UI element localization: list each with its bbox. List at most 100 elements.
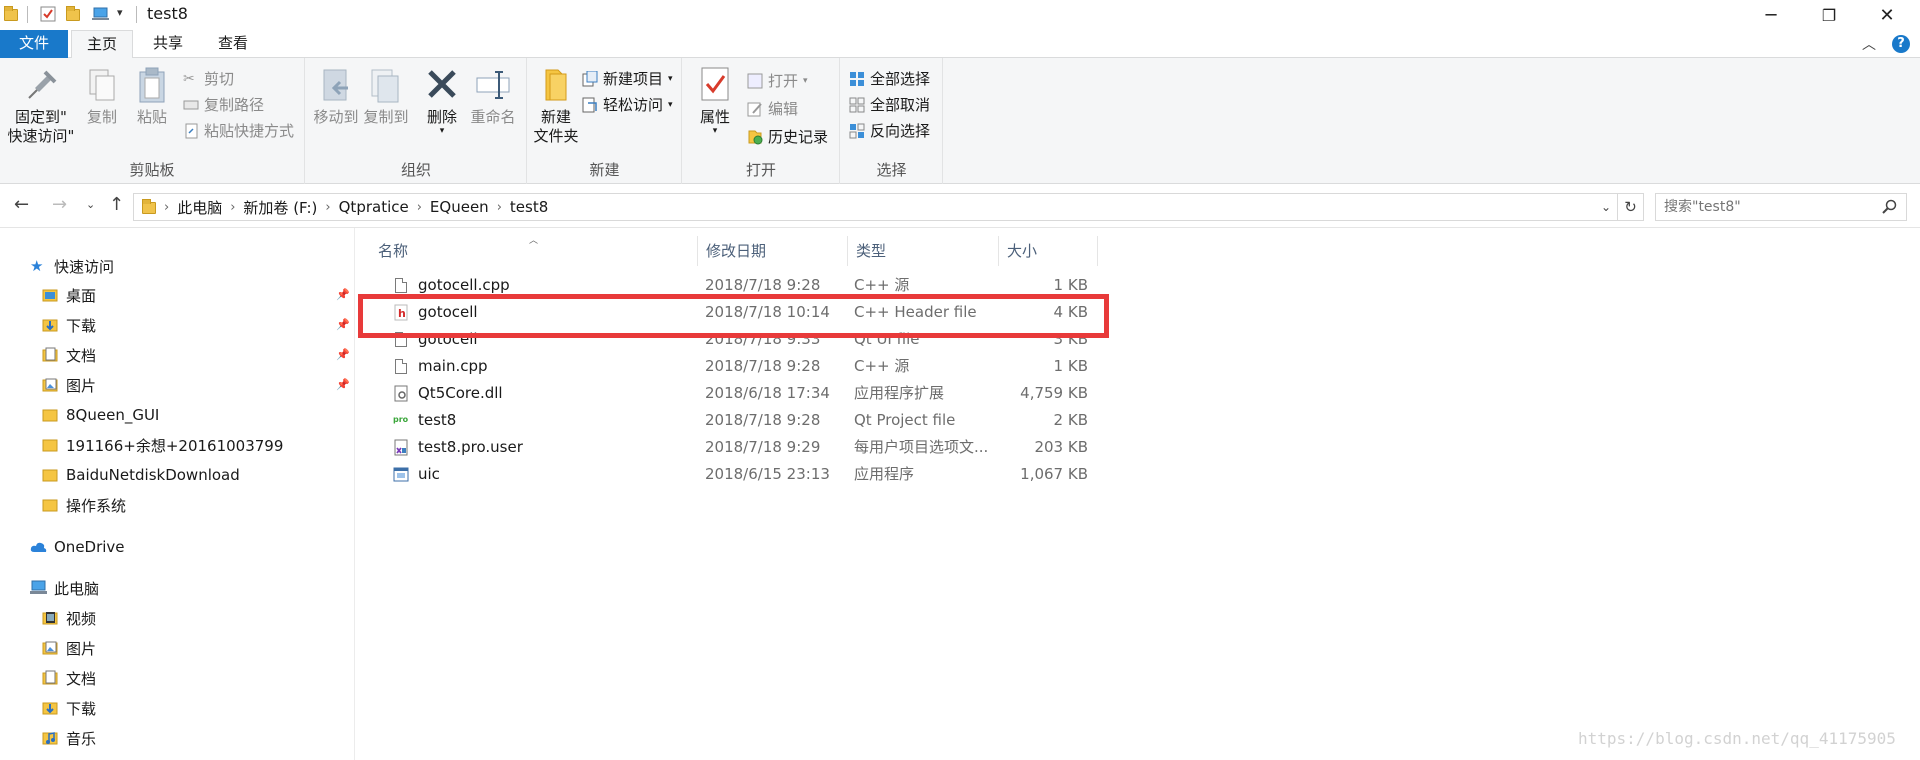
copy-button[interactable]: 复制 xyxy=(82,66,122,127)
breadcrumb-this-pc[interactable]: 此电脑 xyxy=(169,197,230,218)
new-folder-button[interactable]: 新建 文件夹 xyxy=(532,66,580,146)
paste-label: 粘贴 xyxy=(136,108,167,126)
breadcrumb-drive-f[interactable]: 新加卷 (F:) xyxy=(235,197,325,218)
nav-pc-downloads[interactable]: 下载 xyxy=(42,694,96,722)
chevron-down-icon: ▾ xyxy=(668,73,673,84)
nav-this-pc[interactable]: 此电脑 xyxy=(30,574,99,602)
select-all-button[interactable]: 全部选择 xyxy=(849,68,930,89)
properties-icon[interactable] xyxy=(40,6,56,22)
pin-icon[interactable]: 📌 xyxy=(336,378,350,391)
help-icon[interactable]: ? xyxy=(1892,35,1910,53)
chevron-down-icon: ▾ xyxy=(803,75,808,86)
folder-icon xyxy=(4,6,20,22)
nav-item-documents[interactable]: 文档 xyxy=(42,341,96,369)
customize-quick-access-icon[interactable]: ▾ xyxy=(117,6,123,19)
forward-arrow-icon[interactable]: → xyxy=(52,194,67,215)
pin-label-line1: 固定到" xyxy=(15,108,67,126)
nav-pc-pictures[interactable]: 图片 xyxy=(42,634,96,662)
new-item-button[interactable]: 新建项目 ▾ xyxy=(582,68,673,89)
clipboard-group: 固定到" 快速访问" 复制 粘贴 ✂ 剪切 复制路径 粘贴快捷方式 剪贴板 xyxy=(0,58,305,184)
nav-pc-videos[interactable]: 视频 xyxy=(42,604,96,632)
delete-x-icon xyxy=(424,66,460,104)
pin-icon[interactable]: 📌 xyxy=(336,288,350,301)
breadcrumb-equeen[interactable]: EQueen xyxy=(422,198,497,216)
organize-group: 移动到 复制到 删除 ▾ 重命名 组织 xyxy=(306,58,527,184)
chevron-down-icon: ▾ xyxy=(439,126,445,136)
copy-path-icon xyxy=(183,97,199,113)
file-row[interactable]: main.cpp 2018/7/18 9:28 C++ 源 1 KB xyxy=(368,353,1448,380)
nav-item-desktop[interactable]: 桌面 xyxy=(42,281,96,309)
cut-button[interactable]: ✂ 剪切 xyxy=(183,68,234,89)
tab-home[interactable]: 主页 xyxy=(71,30,133,59)
title-bar: ▾ test8 ─ ❐ ✕ xyxy=(0,0,1920,30)
column-header-size[interactable]: 大小 xyxy=(999,236,1098,266)
invert-selection-button[interactable]: 反向选择 xyxy=(849,120,930,141)
back-arrow-icon[interactable]: ← xyxy=(14,194,29,215)
invert-selection-icon xyxy=(849,123,865,139)
computer-icon[interactable] xyxy=(92,6,109,22)
nav-pc-documents[interactable]: 文档 xyxy=(42,664,96,692)
tab-file[interactable]: 文件 xyxy=(0,30,68,58)
select-none-button[interactable]: 全部取消 xyxy=(849,94,930,115)
nav-item-8queen-gui[interactable]: 8Queen_GUI xyxy=(42,401,159,429)
maximize-button[interactable]: ❐ xyxy=(1800,0,1858,30)
rename-button[interactable]: 重命名 xyxy=(468,66,518,127)
pin-to-quick-access-button[interactable]: 固定到" 快速访问" xyxy=(6,66,76,146)
pictures-folder-icon xyxy=(42,640,58,656)
column-header-date[interactable]: 修改日期 xyxy=(698,236,848,266)
breadcrumb-qtpratice[interactable]: Qtpratice xyxy=(331,198,417,216)
nav-pc-music[interactable]: 音乐 xyxy=(42,724,96,752)
videos-folder-icon xyxy=(42,610,58,626)
column-header-type[interactable]: 类型 xyxy=(848,236,999,266)
tab-share[interactable]: 共享 xyxy=(140,30,196,58)
easy-access-button[interactable]: 轻松访问 ▾ xyxy=(582,94,673,115)
folder-icon xyxy=(42,497,58,513)
recent-locations-icon[interactable]: ⌄ xyxy=(86,198,95,211)
edit-button[interactable]: 编辑 xyxy=(747,98,798,119)
copy-path-button[interactable]: 复制路径 xyxy=(183,94,264,115)
file-row[interactable]: Qt5Core.dll 2018/6/18 17:34 应用程序扩展 4,759… xyxy=(368,380,1448,407)
move-to-button[interactable]: 移动到 xyxy=(312,66,360,127)
file-row[interactable]: test8.pro.user 2018/7/18 9:29 每用户项目选项文..… xyxy=(368,434,1448,461)
history-button[interactable]: 历史记录 xyxy=(747,126,828,147)
clipboard-group-label: 剪贴板 xyxy=(129,161,175,179)
new-folder-icon[interactable] xyxy=(66,6,82,22)
search-input[interactable] xyxy=(1655,193,1907,221)
minimize-button[interactable]: ─ xyxy=(1742,0,1800,30)
address-bar[interactable]: › 此电脑 › 新加卷 (F:) › Qtpratice › EQueen › … xyxy=(133,193,1618,221)
properties-button[interactable]: 属性 ▾ xyxy=(695,66,735,136)
navigation-pane: ★ 快速访问 桌面 📌 下载 📌 文档 📌 图片 📌 8Queen_GUI 19… xyxy=(0,228,355,760)
ribbon: 固定到" 快速访问" 复制 粘贴 ✂ 剪切 复制路径 粘贴快捷方式 剪贴板 移动… xyxy=(0,58,1920,184)
nav-item-downloads[interactable]: 下载 xyxy=(42,311,96,339)
nav-item-baidunetdisk[interactable]: BaiduNetdiskDownload xyxy=(42,461,240,489)
address-dropdown-icon[interactable]: ⌄ xyxy=(1601,200,1611,214)
documents-folder-icon xyxy=(42,670,58,686)
delete-button[interactable]: 删除 ▾ xyxy=(422,66,462,136)
breadcrumb-test8[interactable]: test8 xyxy=(502,198,556,216)
tab-view[interactable]: 查看 xyxy=(205,30,261,58)
copy-to-button[interactable]: 复制到 xyxy=(362,66,410,127)
nav-item-os[interactable]: 操作系统 xyxy=(42,491,126,519)
open-button[interactable]: 打开 ▾ xyxy=(747,70,808,91)
paste-button[interactable]: 粘贴 xyxy=(132,66,172,127)
file-row[interactable]: uic 2018/6/15 23:13 应用程序 1,067 KB xyxy=(368,461,1448,488)
new-group-label: 新建 xyxy=(589,161,620,179)
refresh-icon[interactable]: ↻ xyxy=(1618,193,1644,221)
up-arrow-icon[interactable]: ↑ xyxy=(109,194,124,215)
pin-icon[interactable]: 📌 xyxy=(336,348,350,361)
column-header-name[interactable]: 名称 ︿ xyxy=(356,236,698,266)
paste-icon xyxy=(134,66,170,104)
nav-quick-access[interactable]: ★ 快速访问 xyxy=(30,252,114,280)
file-row[interactable]: pro test8 2018/7/18 9:28 Qt Project file… xyxy=(368,407,1448,434)
nav-item-pictures[interactable]: 图片 xyxy=(42,371,96,399)
annotation-highlight-box xyxy=(358,294,1109,338)
nav-onedrive[interactable]: OneDrive xyxy=(30,533,125,561)
close-button[interactable]: ✕ xyxy=(1858,0,1916,30)
collapse-ribbon-icon[interactable]: ︿ xyxy=(1862,34,1876,54)
cpp-file-icon xyxy=(393,358,409,375)
pin-icon[interactable]: 📌 xyxy=(336,318,350,331)
paste-shortcut-button[interactable]: 粘贴快捷方式 xyxy=(183,120,294,141)
new-group: 新建 文件夹 新建项目 ▾ 轻松访问 ▾ 新建 xyxy=(528,58,682,184)
chevron-down-icon: ▾ xyxy=(712,126,718,136)
nav-item-191166[interactable]: 191166+余想+20161003799 xyxy=(42,431,283,459)
